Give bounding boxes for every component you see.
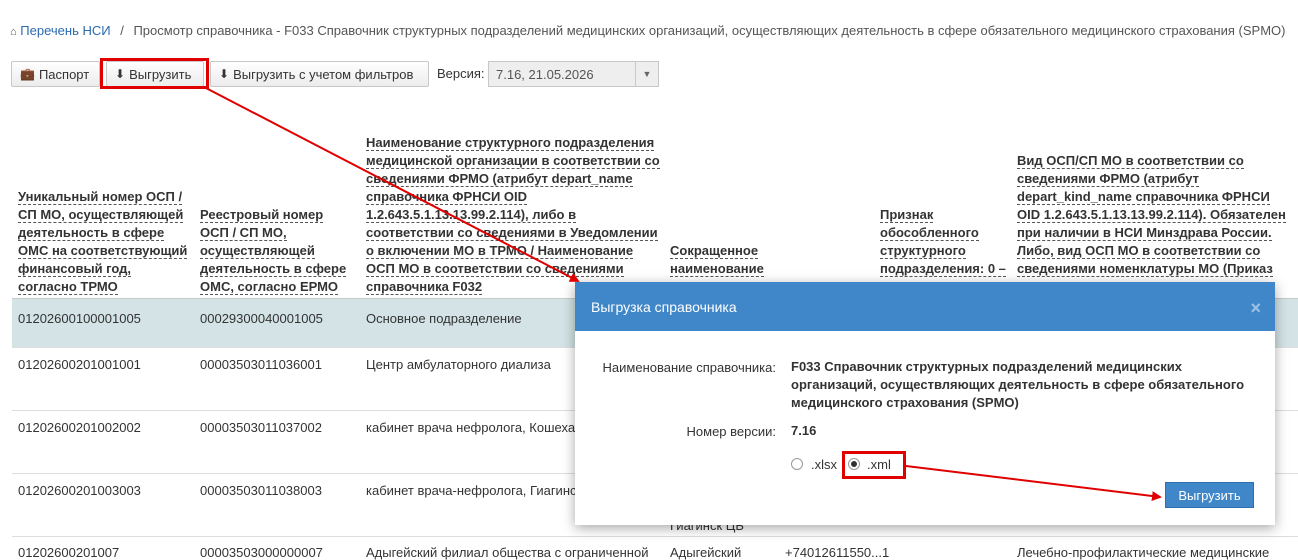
annotation-arrow-to-submit xyxy=(905,465,1162,501)
annotation-arrows xyxy=(203,86,1162,501)
annotation-arrow-to-dialog xyxy=(203,86,580,282)
